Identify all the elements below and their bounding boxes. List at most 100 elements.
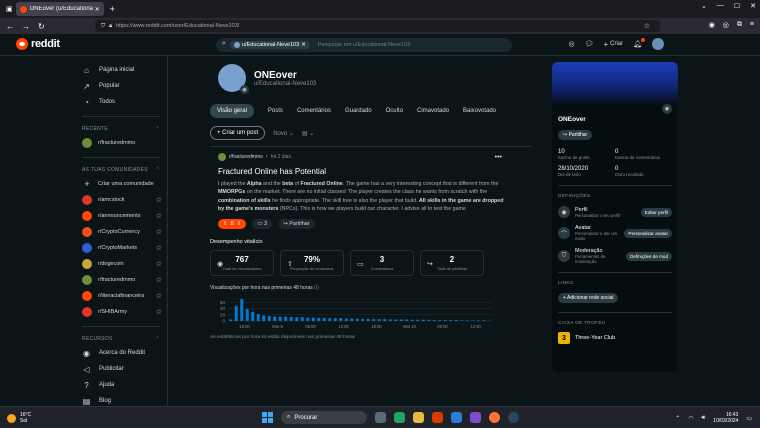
downvote-icon[interactable]: ⇩ [237, 221, 242, 227]
close-window-icon[interactable]: ✕ [750, 2, 756, 10]
steam-icon[interactable] [508, 412, 519, 423]
new-tab-icon[interactable]: + [110, 4, 115, 14]
tab-4[interactable]: Oculto [386, 108, 403, 114]
setting-button[interactable]: Definições de mod [625, 251, 672, 261]
setting-button[interactable]: Editar perfil [640, 207, 672, 217]
sidebar-item-advertise[interactable]: ◁ Publicitar [82, 361, 167, 377]
create-post-button[interactable]: + Criar um post [210, 126, 266, 140]
sidebar-item-all[interactable]: ◔ Todos [82, 94, 167, 110]
sidebar-item-community[interactable]: r/fracturedmmo ☆ [82, 272, 162, 288]
favorite-star-icon[interactable]: ☆ [156, 308, 162, 316]
wifi-icon[interactable]: ◠ [688, 415, 693, 422]
info-icon[interactable]: ⓘ [314, 285, 319, 291]
task-view-icon[interactable] [375, 412, 386, 423]
close-tab-icon[interactable]: ✕ [95, 6, 100, 13]
profile-avatar[interactable]: ◉ [218, 64, 249, 94]
post-card[interactable]: r/fracturedmmo • há 2 dias ••• Fractured… [210, 146, 532, 229]
sidebar-item-community[interactable]: r/dogecoin ☆ [82, 256, 162, 272]
bookmark-star-icon[interactable]: ☆ [644, 22, 650, 30]
edge-icon[interactable] [394, 412, 405, 423]
comments-button[interactable]: ▭ 3 [252, 218, 273, 229]
reddit-logo[interactable]: reddit [16, 38, 60, 50]
add-social-link-button[interactable]: + Adicionar rede social [558, 293, 619, 303]
share-profile-button[interactable]: ↪ Partilhar [558, 130, 593, 140]
sidebar-item-home[interactable]: ⌂ Página inicial [82, 62, 167, 78]
favorite-star-icon[interactable]: ☆ [156, 276, 162, 284]
sidebar-item-community[interactable]: r/literaciafinanceira ☆ [82, 288, 162, 304]
trophy-item[interactable]: 3 Three-Year Club [558, 332, 672, 344]
tab-list-icon[interactable]: ⌄ [701, 2, 707, 10]
notification-center-icon[interactable]: ▭ [746, 415, 752, 422]
favorite-star-icon[interactable]: ☆ [156, 260, 162, 268]
tab-0[interactable]: Visão geral [210, 104, 254, 118]
tray-overflow-icon[interactable]: ⌃ [675, 415, 680, 422]
favorite-star-icon[interactable]: ☆ [156, 244, 162, 252]
search-bar[interactable]: ⌕ u/Educational-Neve103 ✕ Pesquisar em u… [216, 38, 512, 52]
user-avatar[interactable] [652, 38, 664, 50]
sidebar-item-community[interactable]: r/CryptoCurrency ☆ [82, 224, 162, 240]
extensions-icon[interactable]: ⧉ [737, 21, 742, 29]
sidebar-item-community[interactable]: r/announcements ☆ [82, 208, 162, 224]
tab-3[interactable]: Guardado [345, 108, 372, 114]
upvote-icon[interactable]: ⇧ [223, 221, 228, 227]
notifications-bell-icon[interactable]: 🔔︎ [633, 38, 645, 48]
remove-scope-icon[interactable]: ✕ [301, 42, 306, 48]
sidebar-item-community[interactable]: r/amcstock ☆ [82, 192, 162, 208]
sidebar-item-popular[interactable]: ↗ Popular [82, 78, 167, 94]
menu-icon[interactable]: ≡ [750, 21, 754, 29]
sidebar-item-community[interactable]: r/CryptoMarkets ☆ [82, 240, 162, 256]
recent-section-header[interactable]: RECENTE ⌃ [82, 123, 160, 135]
photos-icon[interactable] [451, 412, 462, 423]
file-explorer-icon[interactable] [413, 412, 424, 423]
advertise-icon[interactable]: ◎ [568, 40, 574, 48]
sidebar-item-blog[interactable]: ▤ Blog [82, 393, 167, 406]
favorite-star-icon[interactable]: ☆ [156, 292, 162, 300]
url-field[interactable]: ⛉ 🔒︎ https://www.reddit.com/user/Educati… [95, 20, 660, 32]
chat-icon[interactable]: 💬︎ [585, 40, 594, 48]
search-scope-chip[interactable]: u/Educational-Neve103 ✕ [230, 41, 310, 49]
weather-widget[interactable]: 16°C Sol [7, 412, 31, 424]
camera-icon[interactable]: ◉ [240, 85, 249, 94]
favorite-star-icon[interactable]: ☆ [156, 212, 162, 220]
tab-1[interactable]: Posts [268, 108, 283, 114]
tab-5[interactable]: Cimavotado [417, 108, 449, 114]
vote-control[interactable]: ⇧ 8 ⇩ [218, 218, 247, 229]
sidebar-item-community[interactable]: r/SHIBArmy ☆ [82, 304, 162, 320]
forward-icon[interactable]: → [22, 22, 30, 31]
resources-section-header[interactable]: RECURSOS ⌃ [82, 333, 160, 345]
firefox-view-icon[interactable]: ▣ [6, 5, 13, 13]
create-community-button[interactable]: + Criar uma comunidade [82, 176, 162, 192]
clock[interactable]: 16:43 10/03/2024 [713, 412, 738, 424]
more-options-icon[interactable]: ••• [495, 154, 502, 161]
sidebar-item-about[interactable]: ◉ Acerca do Reddit [82, 345, 167, 361]
reload-icon[interactable]: ↻ [38, 22, 45, 31]
minimize-icon[interactable]: — [717, 2, 724, 10]
communities-section-header[interactable]: AS TUAS COMUNIDADES ⌃ [82, 164, 160, 176]
community-label: r/fracturedmmo [98, 140, 136, 146]
account-icon[interactable]: ◎ [723, 21, 729, 29]
sort-dropdown[interactable]: Novo ⌄ [273, 130, 294, 137]
pocket-icon[interactable]: ◉ [709, 21, 715, 29]
camera-icon[interactable]: ◉ [662, 104, 672, 114]
tab-6[interactable]: Baixovotado [463, 108, 496, 114]
post-title[interactable]: Fractured Online has Potential [218, 167, 532, 176]
favorite-star-icon[interactable]: ☆ [156, 196, 162, 204]
volume-icon[interactable]: 🔊︎ [702, 415, 706, 422]
favorite-star-icon[interactable]: ☆ [156, 228, 162, 236]
tab-2[interactable]: Comentários [297, 108, 331, 114]
sidebar-item-recent-fracturedmmo[interactable]: r/fracturedmmo [82, 135, 162, 151]
firefox-icon[interactable] [489, 412, 500, 423]
view-dropdown[interactable]: ▤ ⌄ [302, 130, 314, 137]
maximize-icon[interactable]: ☐ [734, 2, 740, 10]
app-icon[interactable] [470, 412, 481, 423]
taskbar-search[interactable]: ⌕ Procurar [281, 411, 367, 424]
browser-tab[interactable]: ONEover (u/Educational-Neve103/) ✕ [15, 2, 104, 16]
sidebar-item-help[interactable]: ? Ajuda [82, 377, 167, 393]
back-icon[interactable]: ← [6, 22, 14, 31]
share-button[interactable]: ↪ Partilhar [278, 218, 315, 229]
office-icon[interactable] [432, 412, 443, 423]
create-button[interactable]: + Criar [603, 40, 623, 49]
post-subreddit[interactable]: r/fracturedmmo [229, 154, 263, 160]
windows-start-icon[interactable] [262, 412, 273, 423]
setting-button[interactable]: Personalizar avatar [624, 228, 672, 238]
